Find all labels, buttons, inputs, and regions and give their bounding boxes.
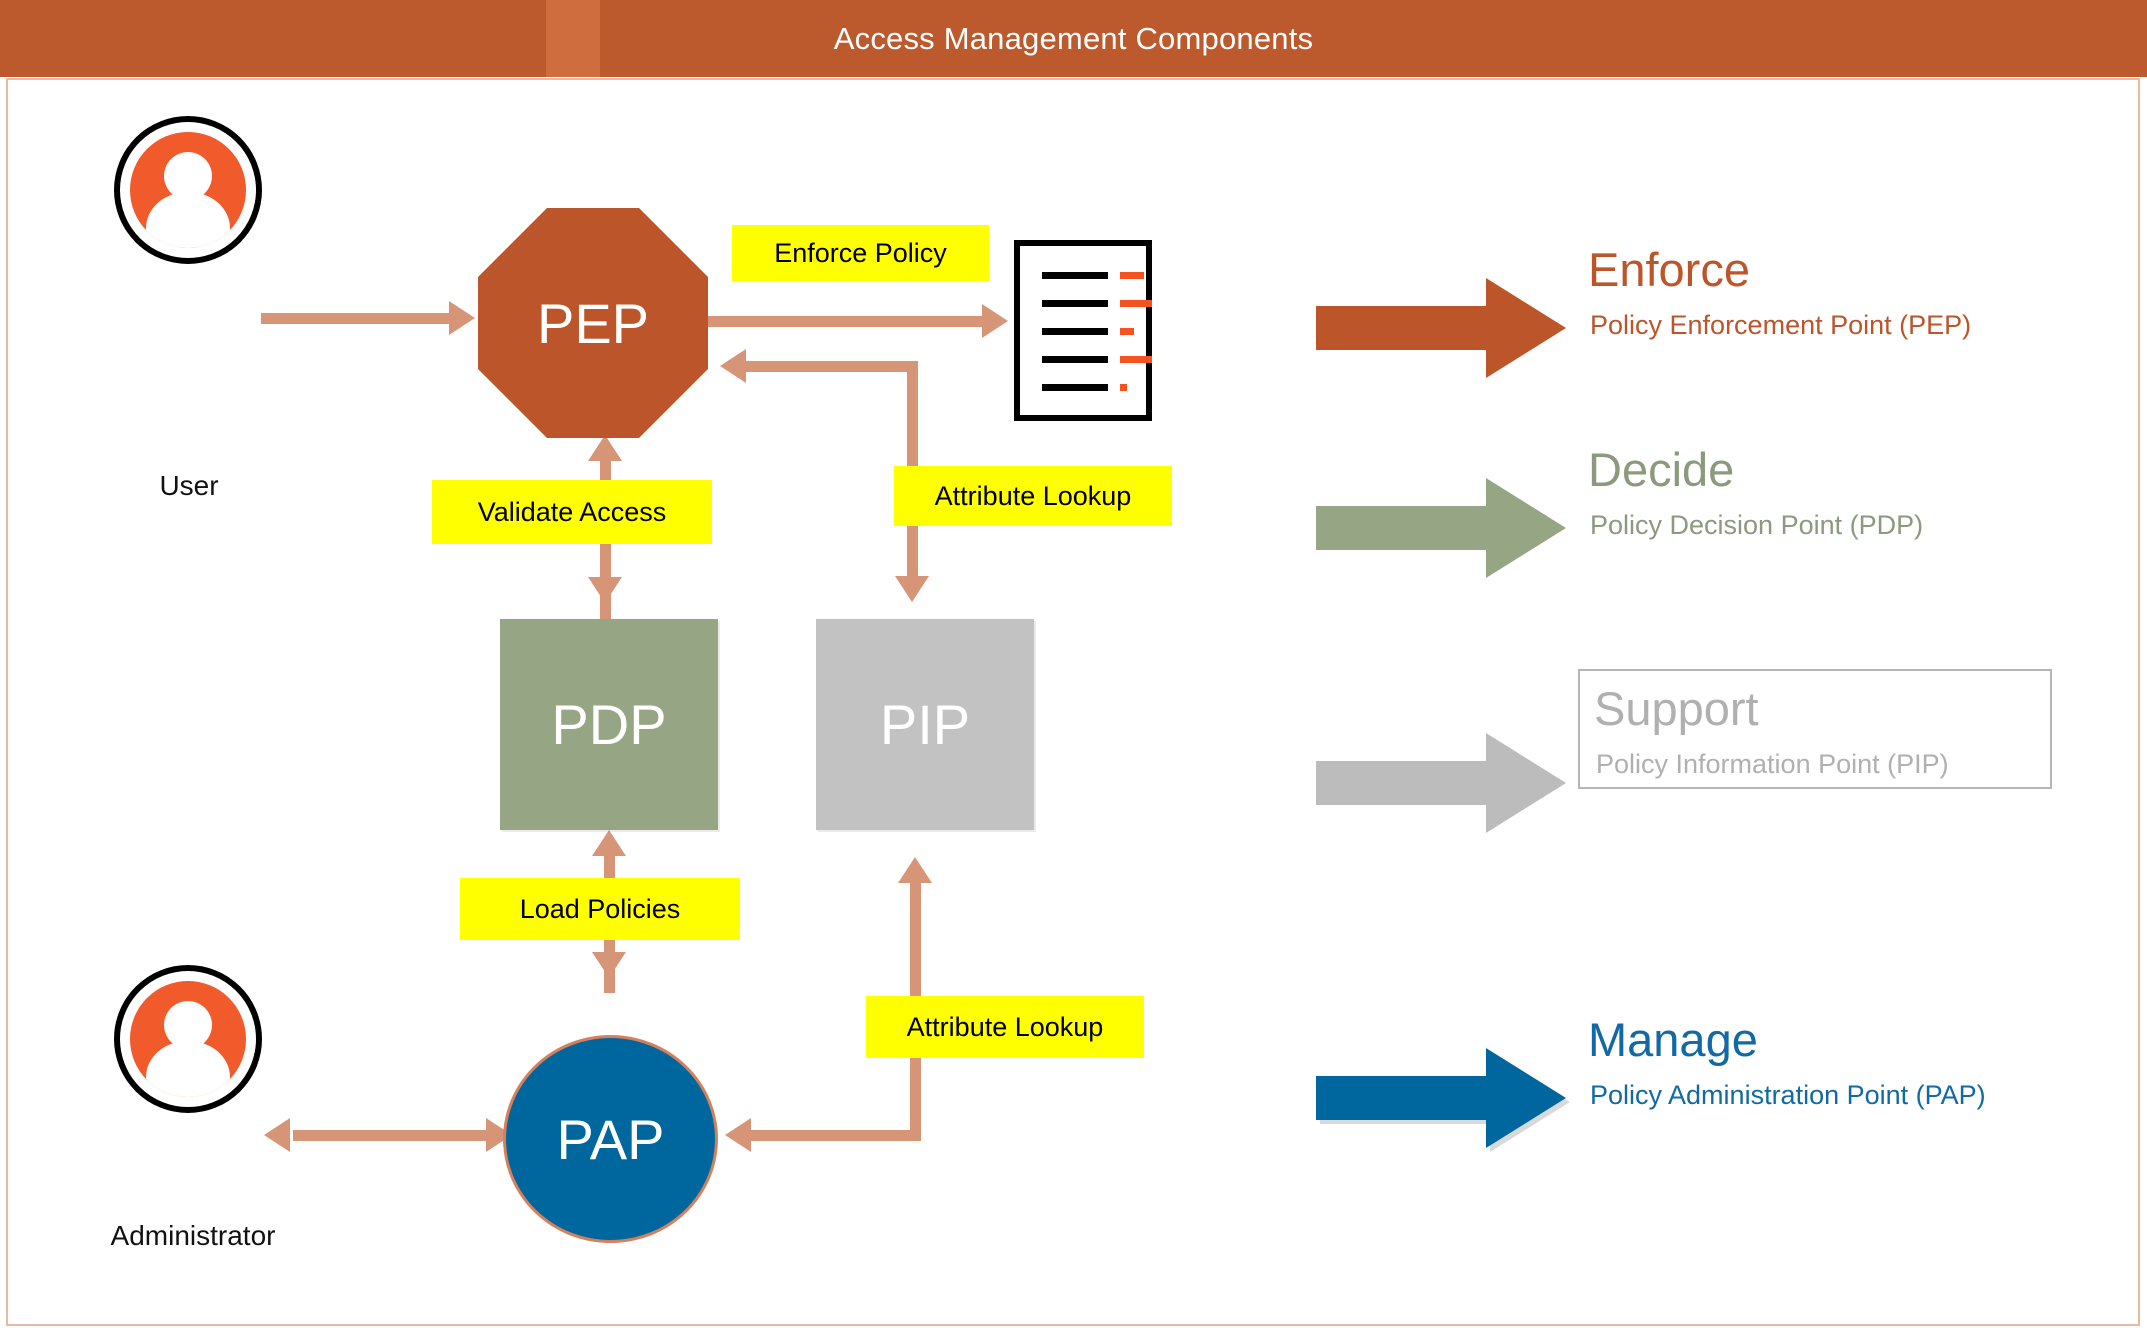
legend-item-manage[interactable]: Manage Policy Administration Point (PAP) <box>1316 960 2116 1152</box>
legend-arrow-support-icon <box>1316 733 1566 833</box>
arrowhead-pep-to-document <box>982 304 1008 338</box>
document-accent-line <box>1120 300 1152 307</box>
document-line <box>1042 384 1108 391</box>
node-pdp-label: PDP <box>551 693 667 756</box>
legend-manage-subtitle: Policy Administration Point (PAP) <box>1590 1080 1986 1110</box>
page-title: Access Management Components <box>833 20 1314 56</box>
node-pep[interactable]: PEP <box>478 208 708 438</box>
document-line <box>1042 328 1108 335</box>
user-avatar-icon <box>130 132 246 248</box>
connector-pap-to-pip-horizontal <box>751 1130 921 1141</box>
diagram-page: Access Management Components User Admini… <box>0 0 2147 1332</box>
arrowhead-pip-to-pep <box>720 349 746 383</box>
tag-attribute-lookup-bottom-label: Attribute Lookup <box>906 1011 1104 1042</box>
legend-decide-subtitle: Policy Decision Point (PDP) <box>1590 510 1924 540</box>
legend-arrow-enforce-icon <box>1316 278 1566 378</box>
tag-validate-access-label: Validate Access <box>477 496 667 527</box>
legend-item-decide[interactable]: Decide Policy Decision Point (PDP) <box>1316 390 2116 578</box>
node-pdp[interactable]: PDP <box>500 619 718 830</box>
document-accent-line <box>1120 384 1127 391</box>
node-pip-label: PIP <box>879 693 971 756</box>
avatar-body-shape <box>146 192 230 248</box>
legend-arrow-manage-icon <box>1316 1048 1570 1152</box>
legend-item-support[interactable]: Support Policy Information Point (PIP) <box>1316 645 2116 833</box>
arrowhead-pep-to-pip <box>895 576 929 602</box>
legend-enforce-subtitle: Policy Enforcement Point (PEP) <box>1590 310 1972 340</box>
node-pap[interactable]: PAP <box>503 1035 718 1243</box>
connector-administrator-to-pap <box>293 1130 493 1141</box>
legend-decide-title: Decide <box>1588 443 1735 496</box>
node-pip[interactable]: PIP <box>816 619 1034 830</box>
header-bar: Access Management Components <box>0 0 2147 77</box>
administrator-avatar <box>114 965 262 1113</box>
tag-enforce-policy: Enforce Policy <box>732 225 989 281</box>
node-pep-label: PEP <box>536 291 650 355</box>
legend-item-enforce[interactable]: Enforce Policy Enforcement Point (PEP) <box>1316 190 2116 378</box>
policy-document-icon <box>1014 240 1152 421</box>
arrowhead-pip-to-pap <box>725 1118 751 1152</box>
diagram-canvas: User Administrator PEP PDP PIP PAP Enfor… <box>6 78 2140 1326</box>
tag-attribute-lookup-bottom: Attribute Lookup <box>866 996 1144 1058</box>
document-accent-line <box>1120 272 1144 279</box>
arrowhead-pep-to-pdp <box>588 577 622 603</box>
arrowhead-pdp-to-pep <box>588 435 622 461</box>
arrowhead-pap-to-administrator <box>264 1118 290 1152</box>
document-line <box>1042 356 1108 363</box>
administrator-label: Administrator <box>110 1220 276 1251</box>
document-accent-line <box>1120 356 1152 363</box>
arrowhead-pap-to-pdp <box>592 830 626 856</box>
document-accent-line <box>1120 328 1134 335</box>
administrator-avatar-icon <box>130 981 246 1097</box>
connector-pip-to-pep-horizontal <box>746 361 918 372</box>
legend-manage-title: Manage <box>1588 1013 1758 1066</box>
tag-load-policies: Load Policies <box>460 878 740 940</box>
legend-support-subtitle: Policy Information Point (PIP) <box>1596 749 1949 779</box>
arrowhead-pap-to-pip <box>898 857 932 883</box>
legend-support-title: Support <box>1594 682 1759 735</box>
document-line <box>1042 300 1108 307</box>
tag-enforce-policy-label: Enforce Policy <box>774 237 947 268</box>
tag-attribute-lookup-top: Attribute Lookup <box>894 466 1172 526</box>
user-avatar <box>114 116 262 264</box>
tag-attribute-lookup-top-label: Attribute Lookup <box>934 480 1132 511</box>
arrowhead-user-to-pep <box>449 301 475 335</box>
user-label: User <box>159 470 219 501</box>
arrowhead-pdp-to-pap <box>592 952 626 978</box>
legend-enforce-title: Enforce <box>1588 243 1750 296</box>
legend-arrow-decide-icon <box>1316 478 1566 578</box>
connector-user-to-pep <box>261 313 451 324</box>
node-pap-label: PAP <box>556 1107 665 1171</box>
tag-validate-access: Validate Access <box>432 480 712 544</box>
connector-pep-to-document <box>706 316 984 327</box>
document-line <box>1042 272 1108 279</box>
tag-load-policies-label: Load Policies <box>519 893 681 924</box>
avatar-body-shape <box>146 1041 230 1097</box>
